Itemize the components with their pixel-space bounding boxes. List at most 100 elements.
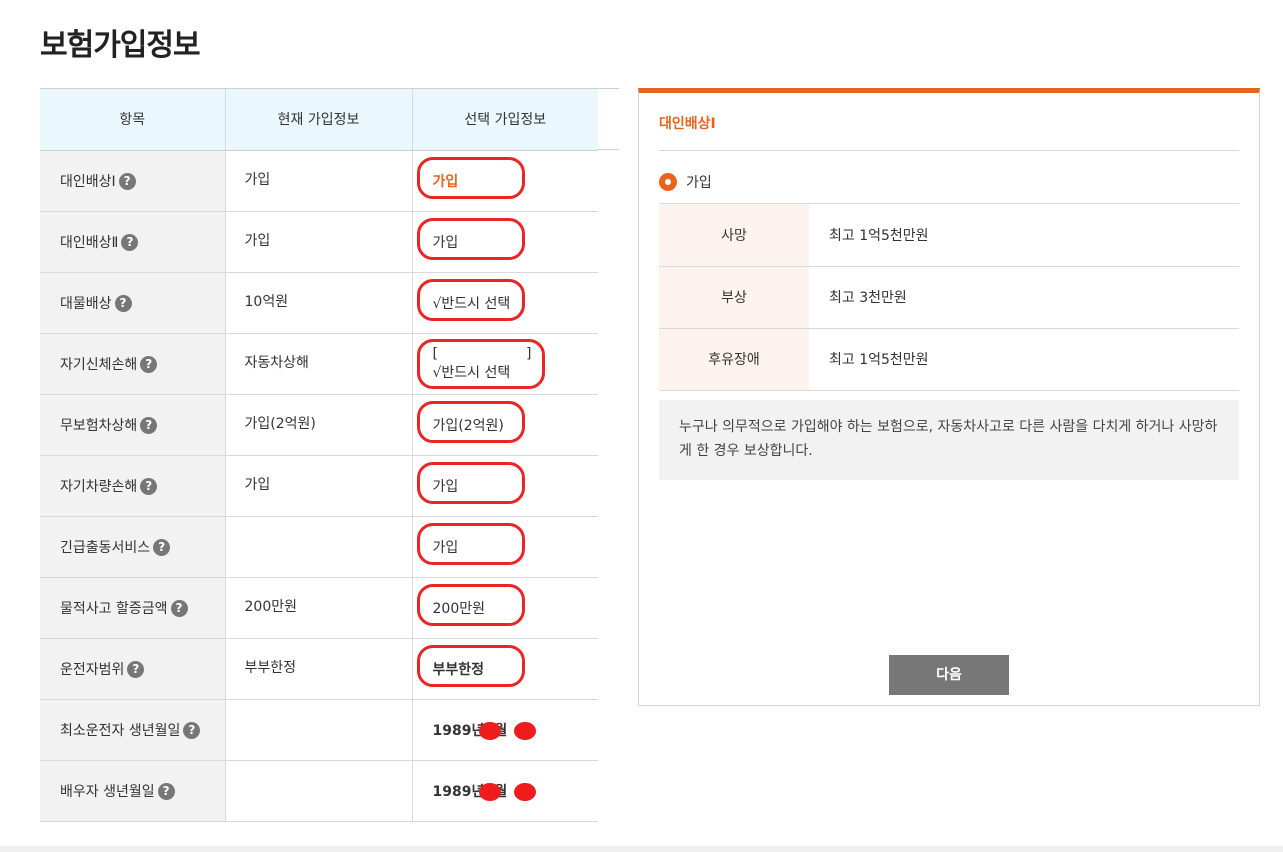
item-label: 대인배상Ⅱ (60, 234, 119, 251)
coverage-value: 최고 3천만원 (809, 266, 1239, 329)
selected-value[interactable]: 가입 (433, 174, 459, 190)
birthdate-value[interactable]: 1989년월일 (432, 721, 536, 740)
selected-cell[interactable]: 1989년월일 (412, 699, 598, 761)
item-cell: 배우자 생년월일? (40, 760, 226, 822)
selected-value[interactable]: 가입 (433, 479, 459, 495)
current-value (225, 760, 413, 822)
selected-value: √반드시 선택 (432, 364, 511, 381)
divider (659, 150, 1239, 151)
coverage-row: 사망 최고 1억5천만원 (659, 204, 1239, 267)
bracket-open: [ (432, 345, 438, 362)
help-icon[interactable]: ? (170, 600, 188, 617)
table-row: 긴급출동서비스? 가입 (40, 516, 598, 578)
help-icon[interactable]: ? (153, 539, 171, 556)
current-value: 200만원 (225, 577, 413, 639)
help-icon[interactable]: ? (183, 722, 201, 739)
help-icon[interactable]: ? (121, 234, 139, 251)
item-label: 대인배상Ⅰ (60, 173, 116, 190)
selected-value[interactable]: 가입 (433, 235, 459, 251)
help-icon[interactable]: ? (118, 173, 136, 190)
coverage-description: 누구나 의무적으로 가입해야 하는 보험으로, 자동차사고로 다른 사람을 다치… (659, 400, 1239, 480)
help-icon[interactable]: ? (157, 783, 175, 800)
current-value: 가입 (225, 455, 413, 517)
bracket-line: [] (433, 345, 532, 364)
birth-year: 1989년 (432, 783, 485, 800)
header-item: 항목 (40, 89, 226, 151)
item-label: 자기신체손해 (60, 356, 138, 373)
table-row: 대물배상? 10억원 √반드시 선택 (40, 272, 598, 334)
birthdate-value[interactable]: 1989년월일 (432, 782, 536, 801)
selected-value[interactable]: 200만원 (433, 601, 485, 617)
table-row: 자기신체손해? 자동차상해 [] √반드시 선택 (40, 333, 599, 395)
item-label: 최소운전자 생년월일 (60, 722, 181, 739)
item-label: 물적사고 할증금액 (60, 600, 168, 617)
detail-panel: 대인배상Ⅰ 가입 사망 최고 1억5천만원 부상 최고 3천만원 후유장애 최고… (638, 88, 1260, 706)
coverage-value: 최고 1억5천만원 (809, 204, 1239, 267)
current-value: 가입 (225, 150, 413, 212)
item-cell: 무보험차상해? (40, 394, 226, 456)
table-row: 배우자 생년월일? 1989년월일 (40, 760, 598, 822)
table-row: 무보험차상해? 가입(2억원) 가입(2억원) (40, 394, 598, 456)
item-cell: 물적사고 할증금액? (40, 577, 226, 639)
table-row: 자기차량손해? 가입 가입 (40, 455, 598, 517)
item-cell: 대물배상? (40, 272, 226, 334)
item-label: 대물배상 (60, 295, 112, 312)
current-value (225, 699, 413, 761)
selected-cell[interactable]: 200만원 (412, 577, 598, 639)
item-label: 배우자 생년월일 (60, 783, 155, 800)
redaction-mark (478, 782, 501, 801)
help-icon[interactable]: ? (114, 295, 132, 312)
header-divider-extension (598, 149, 619, 150)
selected-value[interactable]: √반드시 선택 (433, 296, 511, 312)
coverage-key: 후유장애 (659, 328, 809, 391)
table-row: 대인배상Ⅱ? 가입 가입 (40, 211, 598, 273)
header-selected: 선택 가입정보 (412, 89, 598, 151)
item-cell: 최소운전자 생년월일? (40, 699, 226, 761)
table-row: 최소운전자 생년월일? 1989년월일 (40, 699, 598, 761)
coverage-key: 사망 (659, 204, 809, 267)
current-value: 부부한정 (225, 638, 413, 700)
selected-value[interactable]: 부부한정 (433, 662, 485, 678)
item-label: 무보험차상해 (60, 417, 138, 434)
selected-cell[interactable]: 부부한정 (412, 638, 598, 700)
item-cell: 자기신체손해? (40, 333, 226, 395)
selected-cell[interactable]: 1989년월일 (412, 760, 598, 822)
selected-cell[interactable]: [] √반드시 선택 (412, 333, 599, 395)
help-icon[interactable]: ? (140, 356, 158, 373)
help-icon[interactable]: ? (140, 417, 158, 434)
current-value (225, 516, 413, 578)
selected-value-multiline[interactable]: [] √반드시 선택 (433, 345, 599, 383)
radio-button-selected[interactable] (659, 173, 677, 191)
selected-value[interactable]: 가입 (433, 540, 459, 556)
item-label: 긴급출동서비스 (60, 539, 151, 556)
next-button[interactable]: 다음 (889, 655, 1009, 695)
selected-cell[interactable]: √반드시 선택 (412, 272, 598, 334)
item-cell: 긴급출동서비스? (40, 516, 226, 578)
redaction-mark (513, 782, 536, 801)
selected-cell[interactable]: 가입 (412, 516, 598, 578)
birth-year: 1989년 (432, 722, 485, 739)
coverage-value: 최고 1억5천만원 (809, 328, 1239, 391)
coverage-row: 부상 최고 3천만원 (659, 266, 1239, 329)
table-row: 물적사고 할증금액? 200만원 200만원 (40, 577, 598, 639)
bottom-edge (0, 846, 1283, 852)
item-label: 운전자범위 (60, 661, 125, 678)
item-cell: 대인배상Ⅰ? (40, 150, 226, 212)
panel-title: 대인배상Ⅰ (659, 116, 716, 132)
help-icon[interactable]: ? (127, 661, 145, 678)
selected-cell[interactable]: 가입 (412, 455, 598, 517)
radio-label[interactable]: 가입 (686, 172, 712, 192)
selected-cell[interactable]: 가입 (412, 150, 598, 212)
insurance-table: 항목 현재 가입정보 선택 가입정보 대인배상Ⅰ? 가입 가입 대인배상Ⅱ? 가… (40, 89, 598, 822)
current-value: 10억원 (225, 272, 413, 334)
selected-value[interactable]: 가입(2억원) (433, 418, 504, 434)
redaction-mark (478, 721, 501, 740)
current-value: 가입(2억원) (225, 394, 413, 456)
item-label: 자기차량손해 (60, 478, 138, 495)
coverage-row: 후유장애 최고 1억5천만원 (659, 328, 1239, 391)
page-title: 보험가입정보 (40, 28, 201, 63)
selected-cell[interactable]: 가입(2억원) (412, 394, 598, 456)
redaction-mark (513, 721, 536, 740)
help-icon[interactable]: ? (140, 478, 158, 495)
selected-cell[interactable]: 가입 (412, 211, 598, 273)
